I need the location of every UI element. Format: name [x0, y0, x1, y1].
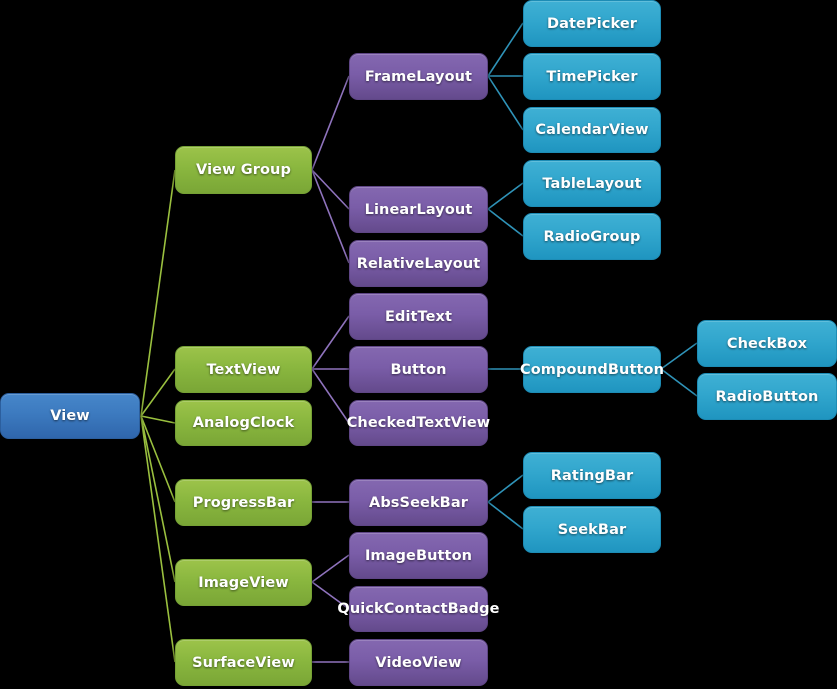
- edge-framelayout-to-datepicker: [487, 22, 524, 77]
- edge-compoundbutton-to-radiobutton: [660, 368, 698, 397]
- node-datepicker[interactable]: DatePicker: [523, 0, 661, 47]
- node-checkbox[interactable]: CheckBox: [697, 320, 837, 367]
- node-tablelayout[interactable]: TableLayout: [523, 160, 661, 207]
- node-label: CheckedTextView: [346, 415, 491, 431]
- edge-view-to-textview: [140, 368, 176, 417]
- node-radiobutton[interactable]: RadioButton: [697, 373, 837, 420]
- node-label: SeekBar: [557, 521, 627, 538]
- edge-textview-to-checkedtextview: [311, 368, 350, 424]
- node-label: RadioGroup: [543, 228, 641, 245]
- node-timepicker[interactable]: TimePicker: [523, 53, 661, 100]
- node-label: EditText: [384, 308, 453, 325]
- node-analogclock[interactable]: AnalogClock: [175, 400, 312, 446]
- node-edittext[interactable]: EditText: [349, 293, 488, 340]
- edge-viewgroup-to-framelayout: [311, 75, 350, 171]
- node-label: SurfaceView: [192, 654, 295, 671]
- edge-view-to-analogclock: [140, 415, 176, 424]
- edge-view-to-progressbar: [140, 415, 176, 503]
- edge-imageview-to-imagebutton: [311, 554, 350, 583]
- edge-compoundbutton-to-checkbox: [660, 342, 698, 370]
- node-label: View Group: [196, 162, 291, 178]
- node-viewgroup[interactable]: View Group: [175, 146, 312, 194]
- node-label: FrameLayout: [364, 68, 473, 85]
- node-ratingbar[interactable]: RatingBar: [523, 452, 661, 499]
- node-view[interactable]: View: [0, 393, 140, 439]
- node-imagebutton[interactable]: ImageButton: [349, 532, 488, 579]
- node-quickcontactbadge[interactable]: QuickContactBadge: [337, 586, 499, 632]
- node-label: ProgressBar: [192, 494, 295, 511]
- edge-linearlayout-to-radiogroup: [487, 208, 524, 237]
- node-calendarview[interactable]: CalendarView: [523, 107, 661, 153]
- node-relativelayout[interactable]: RelativeLayout: [349, 240, 488, 287]
- edge-view-to-imageview: [140, 415, 176, 583]
- node-label: AnalogClock: [192, 415, 295, 431]
- node-radiogroup[interactable]: RadioGroup: [523, 213, 661, 260]
- node-label: ImageButton: [364, 547, 473, 564]
- edge-absseekbar-to-seekbar: [487, 501, 524, 530]
- node-label: ImageView: [198, 574, 289, 591]
- edge-framelayout-to-calendarview: [487, 75, 524, 131]
- node-videoview[interactable]: VideoView: [349, 639, 488, 686]
- node-button[interactable]: Button: [349, 346, 488, 393]
- node-linearlayout[interactable]: LinearLayout: [349, 186, 488, 233]
- edge-view-to-surfaceview: [140, 415, 176, 663]
- edge-absseekbar-to-ratingbar: [487, 474, 524, 503]
- node-imageview[interactable]: ImageView: [175, 559, 312, 606]
- node-label: DatePicker: [546, 15, 638, 32]
- node-label: RelativeLayout: [356, 255, 481, 272]
- node-label: CheckBox: [726, 335, 808, 352]
- node-textview[interactable]: TextView: [175, 346, 312, 393]
- edge-viewgroup-to-linearlayout: [311, 169, 350, 210]
- node-label: QuickContactBadge: [337, 601, 500, 617]
- node-checkedtextview[interactable]: CheckedTextView: [346, 400, 491, 446]
- edge-textview-to-edittext: [311, 315, 350, 370]
- node-framelayout[interactable]: FrameLayout: [349, 53, 488, 100]
- node-label: View: [50, 408, 90, 424]
- node-label: CompoundButton: [520, 361, 664, 378]
- node-surfaceview[interactable]: SurfaceView: [175, 639, 312, 686]
- node-label: TimePicker: [546, 68, 638, 85]
- node-absseekbar[interactable]: AbsSeekBar: [349, 479, 488, 526]
- node-compoundbutton[interactable]: CompoundButton: [520, 346, 664, 393]
- edge-view-to-viewgroup: [140, 169, 176, 417]
- node-label: VideoView: [375, 654, 462, 671]
- node-label: LinearLayout: [364, 201, 473, 218]
- node-label: TextView: [206, 361, 281, 378]
- node-seekbar[interactable]: SeekBar: [523, 506, 661, 553]
- node-progressbar[interactable]: ProgressBar: [175, 479, 312, 526]
- edge-viewgroup-to-relativelayout: [311, 169, 350, 264]
- node-label: RadioButton: [715, 388, 819, 405]
- class-hierarchy-diagram: View View Group TextView AnalogClock Progres…: [0, 0, 837, 689]
- node-label: RatingBar: [550, 467, 634, 484]
- node-label: Button: [390, 361, 447, 378]
- node-label: AbsSeekBar: [369, 494, 468, 511]
- node-label: CalendarView: [535, 122, 649, 138]
- node-label: TableLayout: [542, 175, 642, 192]
- edge-linearlayout-to-tablelayout: [487, 182, 524, 210]
